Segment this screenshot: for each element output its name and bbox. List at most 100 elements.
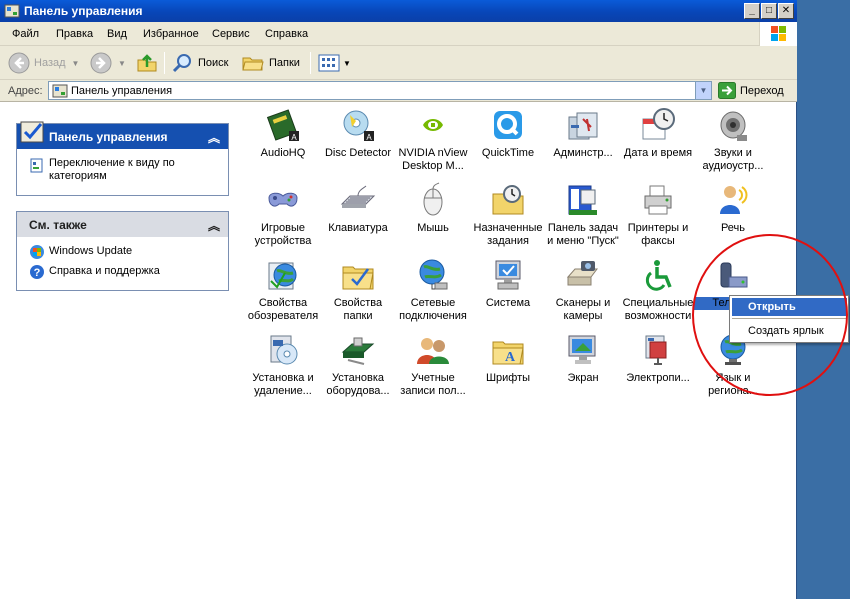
item-audiohq[interactable]: A AudioHQ xyxy=(244,107,322,160)
item-date-time[interactable]: Дата и время xyxy=(619,107,697,160)
add-hardware-icon xyxy=(341,337,375,365)
quicktime-icon xyxy=(494,111,522,139)
menu-bar: Файл Правка Вид Избранное Сервис Справка xyxy=(0,22,797,46)
collapse-icon[interactable]: ︽ xyxy=(208,217,220,234)
folders-icon xyxy=(242,57,264,71)
item-folder-options[interactable]: Свойства папки xyxy=(319,257,397,323)
item-game-controllers[interactable]: Игровые устройства xyxy=(244,182,322,248)
address-dropdown-icon[interactable]: ▼ xyxy=(695,82,711,99)
task-pane: Панель управления ︽ Переключение к виду … xyxy=(0,103,244,599)
system-icon xyxy=(495,260,521,290)
accessibility-icon xyxy=(645,260,672,291)
minimize-button[interactable]: _ xyxy=(744,3,760,19)
add-remove-icon xyxy=(270,335,298,365)
collapse-icon[interactable]: ︽ xyxy=(208,129,220,146)
item-admin-tools[interactable]: Админстр... xyxy=(544,107,622,160)
item-speech[interactable]: Речь xyxy=(694,182,772,235)
svg-text:A: A xyxy=(366,133,372,142)
search-button[interactable]: Поиск xyxy=(172,51,228,75)
windows-logo-icon xyxy=(759,22,797,46)
maximize-button[interactable]: □ xyxy=(761,3,777,19)
forward-dropdown-icon[interactable]: ▼ xyxy=(118,59,126,68)
item-keyboard[interactable]: Клавиатура xyxy=(319,182,397,235)
item-sounds[interactable]: Звуки и аудиоустр... xyxy=(694,107,772,173)
admin-tools-icon xyxy=(568,112,598,140)
address-value: Панель управления xyxy=(71,85,173,97)
svg-text:A: A xyxy=(291,133,297,142)
title-bar[interactable]: Панель управления _ □ ✕ xyxy=(0,0,797,22)
explorer-window: Панель управления _ □ ✕ Файл Правка Вид … xyxy=(0,0,849,599)
menu-help[interactable]: Справка xyxy=(265,28,308,40)
switch-view-icon xyxy=(30,158,43,173)
folders-button[interactable]: Папки xyxy=(241,51,300,75)
item-fonts[interactable]: A Шрифты xyxy=(469,332,547,385)
back-button[interactable]: Назад ▼ xyxy=(8,51,79,75)
item-scanners[interactable]: Сканеры и камеры xyxy=(544,257,622,323)
item-nvidia[interactable]: NVIDIA nView Desktop M... xyxy=(394,107,472,173)
item-add-remove-programs[interactable]: Установка и удаление... xyxy=(244,332,322,398)
go-arrow-icon xyxy=(718,82,736,99)
menu-file[interactable]: Файл xyxy=(12,28,39,40)
windows-update-icon xyxy=(30,245,44,259)
forward-arrow-icon xyxy=(90,52,112,74)
control-panel-icon xyxy=(4,4,20,18)
item-internet-options[interactable]: Свойства обозревателя xyxy=(244,257,322,323)
item-printers[interactable]: Принтеры и факсы xyxy=(619,182,697,248)
nvidia-icon xyxy=(420,115,446,135)
toolbar: Назад ▼ ▼ Поиск Папки ▼ xyxy=(0,46,797,80)
item-mouse[interactable]: Мышь xyxy=(394,182,472,235)
item-display[interactable]: Экран xyxy=(544,332,622,385)
up-folder-icon xyxy=(137,54,157,72)
internet-options-icon xyxy=(268,262,297,290)
user-accounts-icon xyxy=(417,338,449,364)
section-header[interactable]: См. также ︽ xyxy=(17,212,228,237)
power-icon xyxy=(645,335,667,365)
svg-text:?: ? xyxy=(34,267,41,279)
item-taskbar[interactable]: Панель задач и меню "Пуск" xyxy=(544,182,622,248)
menu-favorites[interactable]: Избранное xyxy=(143,28,199,40)
printers-icon xyxy=(644,185,672,215)
see-also-section: См. также ︽ Windows Update ? Справка и п… xyxy=(16,211,229,291)
item-add-hardware[interactable]: Установка оборудова... xyxy=(319,332,397,398)
display-icon xyxy=(568,335,596,364)
date-time-icon xyxy=(642,108,675,140)
address-input[interactable]: Панель управления ▼ xyxy=(48,81,712,100)
item-system[interactable]: Система xyxy=(469,257,547,310)
forward-button[interactable]: ▼ xyxy=(90,51,126,75)
help-support-link[interactable]: Справка и поддержка xyxy=(49,265,160,278)
item-accessibility[interactable]: Специальные возможности xyxy=(619,257,697,323)
switch-to-category-view-link[interactable]: Переключение к виду по категориям xyxy=(49,157,219,183)
disc-detector-icon: A xyxy=(343,110,374,142)
up-folder-button[interactable] xyxy=(136,51,158,75)
fonts-icon: A xyxy=(492,341,524,365)
windows-update-link[interactable]: Windows Update xyxy=(49,245,132,258)
back-dropdown-icon[interactable]: ▼ xyxy=(72,59,80,68)
menu-edit[interactable]: Правка xyxy=(56,28,93,40)
section-header[interactable]: Панель управления ︽ xyxy=(17,121,228,149)
views-button[interactable]: ▼ xyxy=(318,51,351,75)
taskbar-icon xyxy=(568,185,597,215)
go-button[interactable]: Переход xyxy=(718,82,784,99)
control-panel-icon xyxy=(52,84,68,98)
address-label: Адрес: xyxy=(8,85,43,97)
menu-view[interactable]: Вид xyxy=(107,28,127,40)
back-arrow-icon xyxy=(8,52,30,74)
item-power[interactable]: Электропи... xyxy=(619,332,697,385)
keyboard-icon xyxy=(340,185,376,208)
sounds-icon xyxy=(720,111,747,141)
toolbar-separator xyxy=(310,52,311,74)
views-icon xyxy=(318,54,340,72)
window-title: Панель управления xyxy=(24,4,143,18)
menu-tools[interactable]: Сервис xyxy=(212,28,250,40)
views-dropdown-icon[interactable]: ▼ xyxy=(343,59,351,68)
scanners-icon xyxy=(566,261,598,286)
item-network[interactable]: Сетевые подключения xyxy=(394,257,472,323)
item-user-accounts[interactable]: Учетные записи пол... xyxy=(394,332,472,398)
item-scheduled-tasks[interactable]: Назначенные задания xyxy=(469,182,547,248)
item-quicktime[interactable]: QuickTime xyxy=(469,107,547,160)
item-disc-detector[interactable]: A Disc Detector xyxy=(319,107,397,160)
close-button[interactable]: ✕ xyxy=(778,3,794,19)
speech-icon xyxy=(720,186,748,214)
scheduled-tasks-icon xyxy=(492,185,524,215)
control-panel-section: Панель управления ︽ Переключение к виду … xyxy=(16,121,229,196)
